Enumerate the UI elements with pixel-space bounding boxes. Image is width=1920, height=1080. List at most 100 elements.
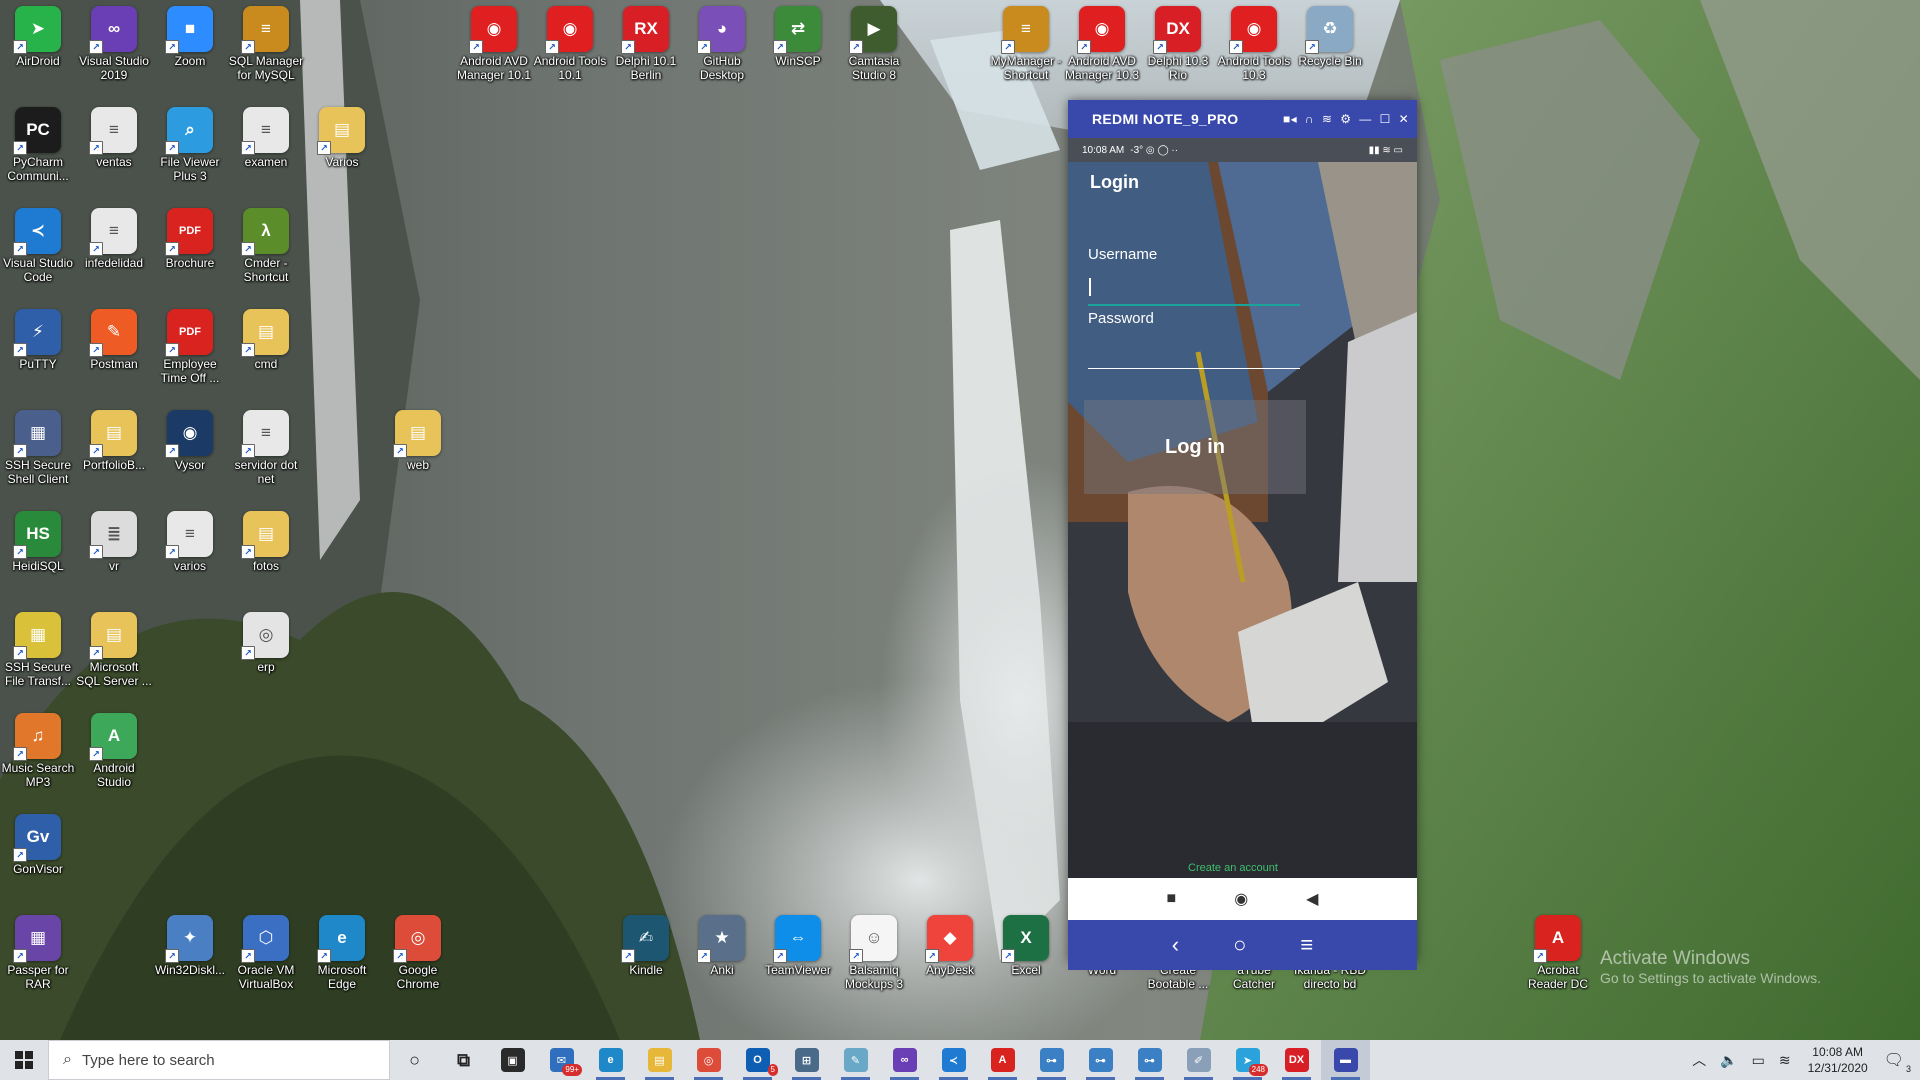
phone-screen[interactable]: 10:08 AM -3° ◎ ◯ ·· ▮▮ ≋ ▭ Login Usernam… [1068, 138, 1417, 970]
desktop-icon[interactable]: ☺ ↗ Balsamiq Mockups 3 [836, 909, 912, 991]
desktop-icon[interactable]: ⇔ ↗ TeamViewer [760, 909, 836, 977]
desktop-icon[interactable]: PDF ↗ Employee Time Off ... [152, 303, 228, 385]
create-account-link[interactable]: Create an account [1188, 862, 1278, 874]
desktop-icon[interactable]: ◉ ↗ Vysor [152, 404, 228, 472]
desktop-icon[interactable]: A ↗ Acrobat Reader DC [1520, 909, 1596, 991]
taskbar-notes-button[interactable]: ✎ [831, 1040, 880, 1080]
desktop-icon[interactable]: ■ ↗ Zoom [152, 0, 228, 68]
desktop-icon[interactable]: ≡ ↗ varios [152, 505, 228, 573]
desktop-icon[interactable]: ⚡ ↗ PuTTY [0, 303, 76, 371]
phone-mirror-window[interactable]: REDMI NOTE_9_PRO ■◂ ∩ ≋ ⚙ — ☐ ✕ 10:08 AM… [1068, 100, 1417, 970]
taskbar-mail-button[interactable]: ✉ 99+ [537, 1040, 586, 1080]
taskbar-ssh3-button[interactable]: ⊶ [1125, 1040, 1174, 1080]
desktop-icon[interactable]: ◎ ↗ Google Chrome [380, 909, 456, 991]
desktop-icon[interactable]: ≡ ↗ examen [228, 101, 304, 169]
home-button-icon[interactable]: ◉ [1234, 889, 1248, 909]
taskbar-cortana-button[interactable]: ○ [390, 1040, 439, 1080]
recents-button-icon[interactable]: ■ [1167, 890, 1177, 908]
taskbar-store-button[interactable]: ▣ [488, 1040, 537, 1080]
taskbar-vscode-button[interactable]: ≺ [929, 1040, 978, 1080]
desktop-icon[interactable]: PDF ↗ Brochure [152, 202, 228, 270]
desktop-icon[interactable]: ♫ ↗ Music Search MP3 [0, 707, 76, 789]
desktop-icon[interactable]: A ↗ Android Studio [76, 707, 152, 789]
network-icon[interactable]: ≋ [1779, 1052, 1791, 1069]
desktop-icon[interactable]: ≡ ↗ servidor dot net [228, 404, 304, 486]
desktop-icon[interactable]: ◉ ↗ Android AVD Manager 10.3 [1064, 0, 1140, 82]
taskbar-search-box[interactable]: ⌕ Type here to search [48, 1040, 390, 1080]
camera-icon[interactable]: ■◂ [1283, 112, 1297, 126]
desktop-icon[interactable]: ∞ ↗ Visual Studio 2019 [76, 0, 152, 82]
desktop-icon[interactable]: ▤ ↗ cmd [228, 303, 304, 371]
taskbar-edge-button[interactable]: e [586, 1040, 635, 1080]
desktop-icon[interactable]: DX ↗ Delphi 10.3 Rio [1140, 0, 1216, 82]
back-button-icon[interactable]: ◀ [1306, 889, 1318, 909]
show-hidden-icons[interactable]: ︿ [1692, 1050, 1706, 1070]
desktop-icon[interactable]: ◆ ↗ AnyDesk [912, 909, 988, 977]
maximize-button[interactable]: ☐ [1380, 112, 1391, 126]
taskbar-paint-button[interactable]: ✐ [1174, 1040, 1223, 1080]
desktop-icon[interactable]: λ ↗ Cmder - Shortcut [228, 202, 304, 284]
taskbar-remote-button[interactable]: ⊞ [782, 1040, 831, 1080]
start-button[interactable] [0, 1040, 48, 1080]
taskbar-delphi-button[interactable]: DX [1272, 1040, 1321, 1080]
desktop-icon[interactable]: ≡ ↗ SQL Manager for MySQL [228, 0, 304, 82]
desktop-icon[interactable]: ≡ ↗ ventas [76, 101, 152, 169]
desktop-icon[interactable]: PC ↗ PyCharm Communi... [0, 101, 76, 183]
taskbar-task-view-button[interactable]: ⧉ [439, 1040, 488, 1080]
wifi-icon[interactable]: ≋ [1322, 112, 1332, 126]
desktop-icon[interactable]: X ↗ Excel [988, 909, 1064, 977]
desktop-icon[interactable]: ⇄ ↗ WinSCP [760, 0, 836, 68]
desktop-icon[interactable]: ✍ ↗ Kindle [608, 909, 684, 977]
minimize-button[interactable]: — [1359, 112, 1371, 126]
desktop-icon[interactable]: ▤ ↗ web [380, 404, 456, 472]
headset-icon[interactable]: ∩ [1305, 112, 1314, 126]
taskbar-file-explorer-button[interactable]: ▤ [635, 1040, 684, 1080]
desktop-icon[interactable]: ▦ ↗ SSH Secure Shell Client [0, 404, 76, 486]
taskbar-chrome-button[interactable]: ◎ [684, 1040, 733, 1080]
desktop-icon[interactable]: e ↗ Microsoft Edge [304, 909, 380, 991]
battery-icon[interactable]: ▭ [1752, 1052, 1765, 1069]
desktop-icon[interactable]: ▤ ↗ fotos [228, 505, 304, 573]
desktop-icon[interactable]: ▤ ↗ Varios [304, 101, 380, 169]
desktop-icon[interactable]: ◉ ↗ Android AVD Manager 10.1 [456, 0, 532, 82]
desktop-icon[interactable]: ▶ ↗ Camtasia Studio 8 [836, 0, 912, 82]
menu-icon[interactable]: ≡ [1300, 932, 1313, 958]
desktop-icon[interactable]: ◕ ↗ GitHub Desktop [684, 0, 760, 82]
desktop-icon[interactable]: ◎ ↗ erp [228, 606, 304, 674]
desktop-icon[interactable]: ▤ ↗ PortfolioB... [76, 404, 152, 472]
volume-icon[interactable]: 🔈 [1720, 1052, 1737, 1069]
taskbar-ssh2-button[interactable]: ⊶ [1076, 1040, 1125, 1080]
back-chevron-icon[interactable]: ‹ [1172, 932, 1179, 958]
desktop-icon[interactable]: ✎ ↗ Postman [76, 303, 152, 371]
desktop-icon[interactable]: RX ↗ Delphi 10.1 Berlin [608, 0, 684, 82]
desktop-icon[interactable]: ▤ ↗ Microsoft SQL Server ... [76, 606, 152, 688]
desktop-icon[interactable]: ◉ ↗ Android Tools 10.3 [1216, 0, 1292, 82]
desktop-icon[interactable]: ≺ ↗ Visual Studio Code [0, 202, 76, 284]
desktop-icon[interactable]: ♻ ↗ Recycle Bin [1292, 0, 1368, 68]
settings-gear-icon[interactable]: ⚙ [1340, 112, 1351, 126]
desktop-icon[interactable]: ⌕ ↗ File Viewer Plus 3 [152, 101, 228, 183]
desktop-icon[interactable]: ▦ ↗ SSH Secure File Transf... [0, 606, 76, 688]
clock[interactable]: 10:08 AM 12/31/2020 [1808, 1044, 1868, 1076]
taskbar-ssh1-button[interactable]: ⊶ [1027, 1040, 1076, 1080]
desktop-icon[interactable]: Gv ↗ GonVisor [0, 808, 76, 876]
taskbar-outlook-button[interactable]: O5 [733, 1040, 782, 1080]
taskbar-telegram-button[interactable]: ➤ 248 [1223, 1040, 1272, 1080]
taskbar-vysor-button[interactable]: ▬ [1321, 1040, 1370, 1080]
home-circle-icon[interactable]: ○ [1233, 932, 1246, 958]
desktop-icon[interactable]: HS ↗ HeidiSQL [0, 505, 76, 573]
taskbar-visual-studio-button[interactable]: ∞ [880, 1040, 929, 1080]
desktop-icon[interactable]: ✦ ↗ Win32Diskl... [152, 909, 228, 977]
password-input[interactable] [1088, 334, 1300, 368]
desktop-icon[interactable]: ≣ ↗ vr [76, 505, 152, 573]
desktop-icon[interactable]: ★ ↗ Anki [684, 909, 760, 977]
close-button[interactable]: ✕ [1399, 112, 1409, 126]
desktop-icon[interactable]: ≡ ↗ infedelidad [76, 202, 152, 270]
desktop-icon[interactable]: ▦ ↗ Passper for RAR [0, 909, 76, 991]
desktop-icon[interactable]: ➤ ↗ AirDroid [0, 0, 76, 68]
desktop-icon[interactable]: ≡ ↗ MyManager - Shortcut [988, 0, 1064, 82]
login-button[interactable]: Log in [1084, 400, 1306, 494]
desktop-icon[interactable]: ⬡ ↗ Oracle VM VirtualBox [228, 909, 304, 991]
username-input[interactable] [1088, 270, 1300, 304]
desktop-icon[interactable]: ◉ ↗ Android Tools 10.1 [532, 0, 608, 82]
